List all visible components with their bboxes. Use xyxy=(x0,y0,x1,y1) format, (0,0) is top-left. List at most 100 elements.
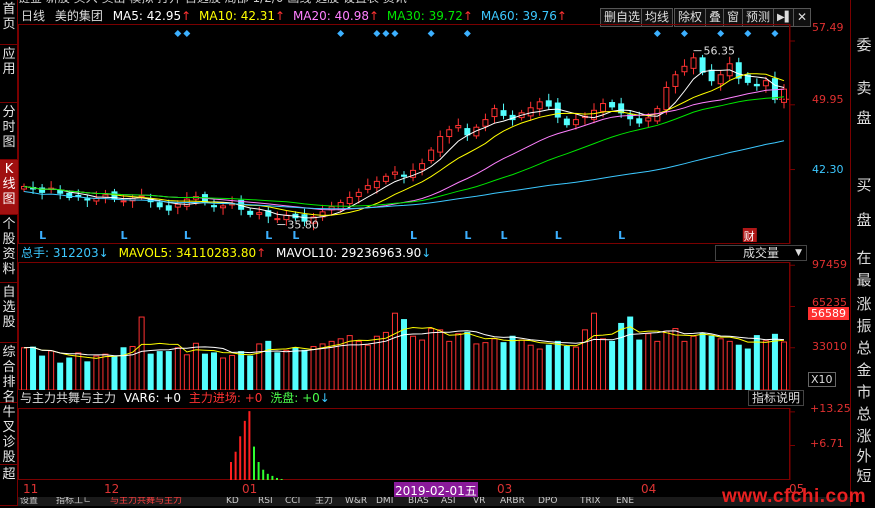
quote-field-label: 买 xyxy=(856,176,872,194)
volume-bar xyxy=(781,341,787,390)
volume-bar xyxy=(572,346,579,390)
candle-body xyxy=(364,185,371,190)
volume-bar xyxy=(156,351,163,390)
low-signal-marker: L xyxy=(265,229,272,242)
date-label: 04 xyxy=(641,482,657,496)
indicator-tab[interactable]: 设置 xyxy=(20,497,54,506)
signal-diamond xyxy=(653,30,661,37)
ma30-arrow: ↑ xyxy=(462,9,473,23)
financial-report-text: 财 xyxy=(744,229,755,243)
candle-body xyxy=(771,78,778,100)
indicator-tab[interactable]: 与主力共舞与主力 xyxy=(110,497,224,506)
candle-body xyxy=(256,212,263,215)
indicator-tab[interactable]: RSI xyxy=(258,497,283,506)
volume-chart[interactable] xyxy=(18,262,850,390)
volume-bar xyxy=(726,340,733,390)
volume-bar xyxy=(518,339,525,390)
indicator-tab[interactable]: TRIX xyxy=(580,497,614,506)
volume-bar xyxy=(636,339,643,390)
indicator-axis-tick: +13.25 xyxy=(810,402,851,415)
candle-body xyxy=(690,57,697,69)
candle-body xyxy=(781,88,787,103)
sidebar-tab[interactable]: 超 xyxy=(0,465,18,506)
indicator-tab[interactable]: DMI xyxy=(376,497,406,506)
low-signal-marker: L xyxy=(501,229,508,242)
volume-bar xyxy=(102,353,109,390)
volume-bar xyxy=(283,349,290,390)
sidebar-tab[interactable]: 分时图 xyxy=(0,103,18,160)
indicator-tab[interactable]: CCI xyxy=(285,497,313,506)
sidebar-tab[interactable]: K线图 xyxy=(0,160,18,215)
quote-field-label: 短 xyxy=(856,467,872,485)
candle-body xyxy=(355,191,362,197)
volume-bar xyxy=(681,340,688,390)
candle-body xyxy=(382,175,389,182)
sidebar-tab[interactable]: 牛叉诊股 xyxy=(0,403,18,465)
candle-body xyxy=(645,117,652,122)
indicator-chart[interactable] xyxy=(18,408,850,480)
candle-body xyxy=(138,195,145,198)
indicator-select-label: 成交量 xyxy=(743,246,780,260)
indicator-header: 与主力共舞与主力 VAR6: +0 主力进场: +0 洗盘: +0↓ xyxy=(20,391,330,406)
right-quote-panel: 委卖盘买盘在最涨振总金市总涨外短 xyxy=(850,0,875,506)
indicator-tab[interactable]: VR xyxy=(473,497,498,506)
volume-bar xyxy=(554,340,561,390)
indicator-tab[interactable]: KD xyxy=(226,497,256,506)
price-header: 日线 美的集团 MA5: 42.95↑ MA10: 42.31↑ MA20: 4… xyxy=(21,9,567,24)
low-signal-marker: L xyxy=(292,229,299,242)
volume-bar xyxy=(174,347,181,390)
candle-body xyxy=(636,118,643,124)
date-label: 03 xyxy=(497,482,513,496)
price-axis-tick: 49.95 xyxy=(812,93,844,106)
low-signal-marker: L xyxy=(184,229,191,242)
volume-bar xyxy=(708,335,715,390)
candle-body xyxy=(165,205,172,211)
date-label: 11 xyxy=(23,482,39,496)
volume-axis-tick: 33010 xyxy=(812,340,847,353)
quote-field-label: 市 xyxy=(856,383,872,401)
volume-bar xyxy=(120,347,127,390)
volume-bar xyxy=(618,322,625,390)
volume-bar xyxy=(545,344,552,390)
volume-bar xyxy=(645,333,652,390)
sidebar-tab[interactable]: 个股资料 xyxy=(0,215,18,283)
volume-bar xyxy=(355,340,362,390)
indicator-explain-button[interactable]: 指标说明 xyxy=(748,390,805,406)
indicator-tab[interactable]: 指标工ㄴ xyxy=(56,497,108,506)
indicator-tab[interactable]: BIAS xyxy=(408,497,439,506)
volume-arrow: ↓ xyxy=(98,246,109,260)
indicator-tab[interactable]: 主力 xyxy=(315,497,343,506)
indicator-tab[interactable]: DPO xyxy=(538,497,578,506)
price-axis-tick: 57.49 xyxy=(812,21,844,34)
sidebar-tab[interactable]: 自选股 xyxy=(0,283,18,343)
volume-bar xyxy=(654,340,661,390)
mavol5-arrow: ↑ xyxy=(256,246,267,260)
candle-body xyxy=(536,101,543,110)
volume-bar xyxy=(328,340,335,390)
volume-bar xyxy=(473,343,480,390)
candle-body xyxy=(545,100,552,107)
volume-bar xyxy=(717,338,724,390)
volume-bar xyxy=(699,332,706,390)
candle-body xyxy=(346,196,353,205)
indicator-tab[interactable]: W&R xyxy=(345,497,374,506)
volume-bar xyxy=(690,335,697,390)
sidebar-tab[interactable]: 首页 xyxy=(0,0,18,45)
ma10-arrow: ↑ xyxy=(275,9,286,23)
candle-body xyxy=(482,119,489,127)
price-chart[interactable]: 56.3535.80L L L L L L L L L L 财 xyxy=(18,24,850,244)
indicator-tab[interactable]: ASI xyxy=(441,497,471,506)
volume-bar xyxy=(753,335,760,390)
indicator-tab[interactable]: ARBR xyxy=(500,497,536,506)
ma30-label: MA30: 39.72 xyxy=(386,9,463,23)
main-force-enter-label: 主力进场: +0 xyxy=(188,391,263,405)
volume-bar xyxy=(771,333,778,390)
indicator-tab[interactable]: ENE xyxy=(616,497,650,506)
indicator-select-dropdown[interactable]: 成交量 ▼ xyxy=(715,245,807,261)
sidebar-tab[interactable]: 综合排名 xyxy=(0,343,18,405)
candle-body xyxy=(247,210,254,215)
candle-body xyxy=(708,69,715,82)
sidebar-tab[interactable]: 应用 xyxy=(0,45,18,103)
candle-body xyxy=(174,203,181,208)
volume-bar xyxy=(591,312,597,390)
